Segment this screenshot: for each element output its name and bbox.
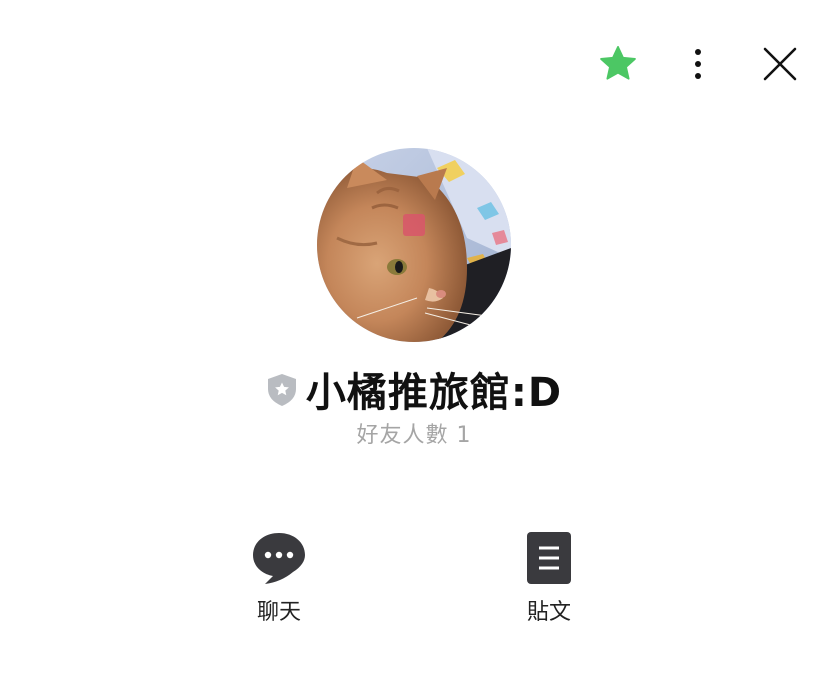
close-icon [763,47,797,81]
favorite-button[interactable] [594,40,642,88]
posts-label: 貼文 [526,600,571,625]
star-icon [600,45,636,80]
chat-label: 聊天 [256,600,301,625]
chat-bubble-icon [249,528,309,588]
more-options-button[interactable] [678,40,718,88]
shield-star-icon [267,374,296,406]
profile-name: 小橘推旅館:D [305,370,563,416]
post-document-icon [519,528,579,588]
chat-button[interactable]: 聊天 [219,528,339,626]
friend-count-value: 1 [456,423,472,448]
friend-count: 好友人數 1 [0,417,828,449]
posts-button[interactable]: 貼文 [489,528,609,626]
profile-name-row: 小橘推旅館:D [0,360,828,418]
profile-avatar[interactable] [317,148,511,342]
cat-avatar-image [317,148,511,342]
close-button[interactable] [756,40,804,88]
more-vertical-icon [695,49,701,79]
friend-count-label: 好友人數 [356,423,449,448]
line-profile-screen: 小橘推旅館:D 好友人數 1 聊天 貼文 [0,0,828,693]
